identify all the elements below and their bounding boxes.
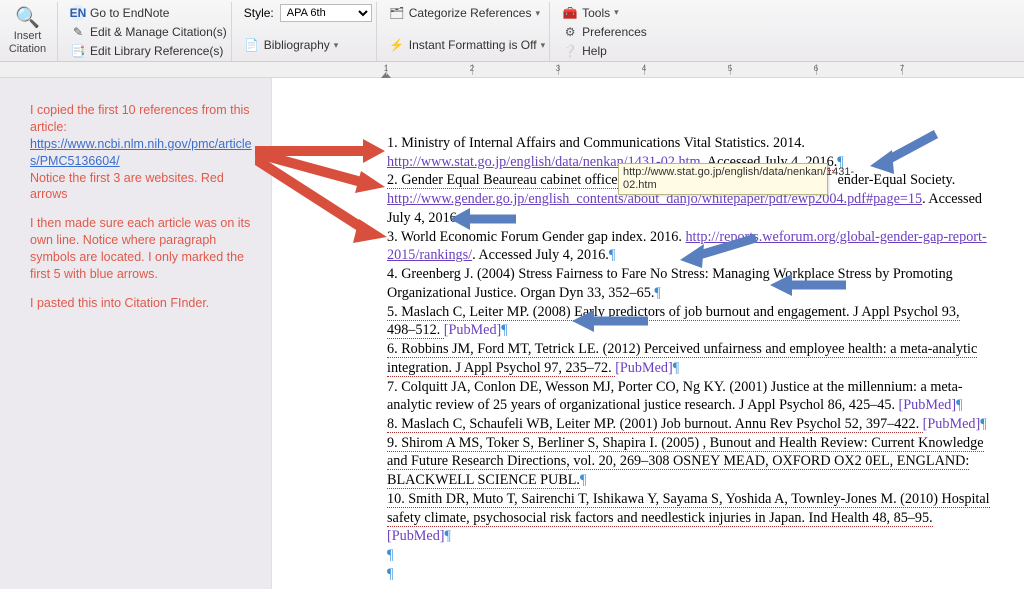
note-article-link[interactable]: https://www.ncbi.nlm.nih.gov/pmc/article… — [30, 137, 252, 168]
help-label: Help — [582, 44, 607, 58]
workspace: I copied the first 10 references from th… — [0, 78, 1024, 589]
pilcrow-icon: ¶ — [445, 528, 451, 544]
insert-citation-button[interactable]: 🔍 InsertCitation — [4, 2, 58, 61]
preferences-button[interactable]: ⚙ Preferences — [562, 23, 647, 40]
bibliography-label: Bibliography — [264, 38, 330, 52]
help-button[interactable]: ❔ Help — [562, 42, 647, 59]
magnifier-quote-icon: 🔍 — [15, 8, 40, 28]
reference-7: 7. Colquitt JA, Conlon DE, Wesson MJ, Po… — [387, 378, 990, 415]
preferences-icon: ⚙ — [562, 24, 578, 40]
reference-4: 4. Greenberg J. (2004) Stress Fairness t… — [387, 265, 990, 302]
style-group: Style: APA 6th 📄 Bibliography — [240, 2, 377, 61]
note-paragraph-3: I pasted this into Citation FInder. — [30, 295, 253, 312]
pubmed-link[interactable]: [PubMed] — [615, 360, 673, 376]
edit-citation-icon: ✎ — [70, 24, 86, 40]
pilcrow-icon: ¶ — [609, 247, 615, 263]
pubmed-link[interactable]: [PubMed] — [444, 322, 502, 338]
categorize-icon: 🗂 — [389, 5, 405, 21]
tools-group: 🧰 Tools ⚙ Preferences ❔ Help — [558, 2, 651, 61]
endnote-app-icon: EN — [70, 5, 86, 21]
edit-manage-citations-button[interactable]: ✎ Edit & Manage Citation(s) — [70, 23, 227, 40]
pilcrow-icon: ¶ — [580, 472, 586, 488]
pilcrow-icon: ¶ — [673, 360, 679, 376]
note-paragraph-1: I copied the first 10 references from th… — [30, 102, 253, 203]
reference-3: 3. World Economic Forum Gender gap index… — [387, 228, 990, 265]
pubmed-link[interactable]: [PubMed] — [387, 528, 445, 544]
style-label: Style: — [244, 6, 274, 20]
go-to-endnote-button[interactable]: EN Go to EndNote — [70, 4, 227, 21]
reference-5: 5. Maslach C, Leiter MP. (2008) Early pr… — [387, 303, 990, 340]
insert-citation-label: InsertCitation — [9, 30, 46, 54]
instant-formatting-label: Instant Formatting is Off — [409, 38, 537, 52]
categorize-references-button[interactable]: 🗂 Categorize References — [389, 4, 545, 22]
horizontal-ruler: 1234567 — [0, 62, 1024, 78]
edit-library-references-button[interactable]: 📑 Edit Library Reference(s) — [70, 42, 227, 59]
reference-6: 6. Robbins JM, Ford MT, Tetrick LE. (201… — [387, 340, 990, 377]
formatting-group: 🗂 Categorize References ⚡ Instant Format… — [385, 2, 550, 61]
edit-manage-label: Edit & Manage Citation(s) — [90, 25, 227, 39]
tools-button[interactable]: 🧰 Tools — [562, 4, 647, 21]
categorize-label: Categorize References — [409, 6, 532, 20]
style-select[interactable]: APA 6th — [280, 4, 372, 22]
document-text[interactable]: 1. Ministry of Internal Affairs and Comm… — [387, 134, 990, 584]
edit-library-label: Edit Library Reference(s) — [90, 44, 223, 58]
help-icon: ❔ — [562, 43, 578, 59]
annotation-panel: I copied the first 10 references from th… — [0, 78, 272, 589]
pubmed-link[interactable]: [PubMed] — [899, 397, 957, 413]
pilcrow-icon: ¶ — [387, 566, 393, 582]
reference-8: 8. Maslach C, Schaufeli WB, Leiter MP. (… — [387, 415, 990, 434]
library-icon: 📑 — [70, 43, 86, 59]
instant-formatting-icon: ⚡ — [389, 37, 405, 53]
pilcrow-icon: ¶ — [387, 547, 393, 563]
reference-10: 10. Smith DR, Muto T, Sairenchi T, Ishik… — [387, 490, 990, 546]
document-page: 1. Ministry of Internal Affairs and Comm… — [272, 78, 1024, 589]
preferences-label: Preferences — [582, 25, 647, 39]
pilcrow-icon: ¶ — [956, 397, 962, 413]
pubmed-link[interactable]: [PubMed] — [923, 416, 981, 432]
note-paragraph-2: I then made sure each article was on its… — [30, 215, 253, 283]
tools-label: Tools — [582, 6, 610, 20]
pilcrow-icon: ¶ — [460, 210, 466, 226]
pilcrow-icon: ¶ — [501, 322, 507, 338]
bibliography-button[interactable]: 📄 Bibliography — [244, 36, 372, 54]
instant-formatting-button[interactable]: ⚡ Instant Formatting is Off — [389, 36, 545, 54]
bibliography-icon: 📄 — [244, 37, 260, 53]
pilcrow-icon: ¶ — [980, 416, 986, 432]
tools-icon: 🧰 — [562, 5, 578, 21]
citation-group: EN Go to EndNote ✎ Edit & Manage Citatio… — [66, 2, 232, 61]
pilcrow-icon: ¶ — [654, 285, 660, 301]
endnote-toolbar: 🔍 InsertCitation EN Go to EndNote ✎ Edit… — [0, 0, 1024, 62]
reference-9: 9. Shirom A MS, Toker S, Berliner S, Sha… — [387, 434, 990, 490]
hyperlink-tooltip: http://www.stat.go.jp/english/data/nenka… — [618, 163, 828, 195]
go-to-endnote-label: Go to EndNote — [90, 6, 169, 20]
